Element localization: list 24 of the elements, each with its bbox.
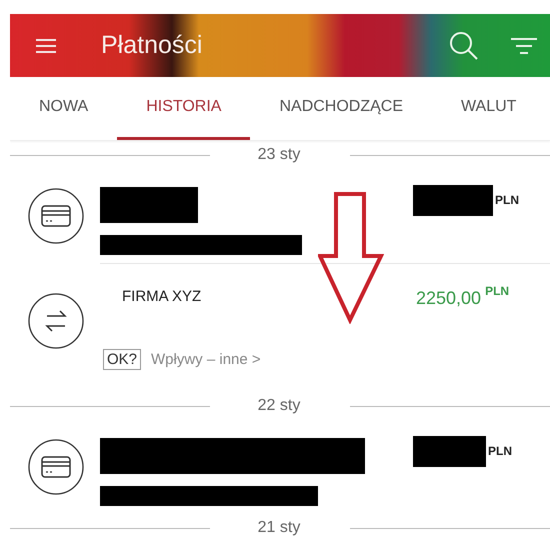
date-header: 23 sty [256,146,302,164]
filter-icon[interactable] [510,36,538,54]
card-icon [28,439,84,495]
card-icon [28,188,84,244]
currency-label: PLN [488,444,512,458]
screen-title: Płatności [101,31,204,60]
date-header: 21 sty [256,519,302,537]
status-tag: OK? [103,349,142,370]
transaction-row[interactable]: PLN [10,420,550,514]
tab[interactable]: NOWA [10,77,118,140]
menu-icon[interactable] [35,38,57,54]
tab[interactable]: WALUT [432,77,546,140]
transfer-icon [28,293,84,349]
date-header: 22 sty [256,397,302,415]
tab[interactable]: HISTORIA [117,77,250,140]
currency-label: PLN [485,284,510,298]
currency-label: PLN [495,193,519,207]
search-icon[interactable] [448,30,480,62]
category-link[interactable]: Wpływy – inne > [151,351,261,368]
transaction-row[interactable]: PLN [10,169,550,263]
tab[interactable]: NADCHODZĄCE [250,77,432,140]
transaction-row[interactable]: FIRMA XYZ OK? Wpływy – inne > 2250,00 PLN [100,263,550,392]
amount: 2250,00 [416,288,482,309]
payee-name: FIRMA XYZ [122,288,202,305]
